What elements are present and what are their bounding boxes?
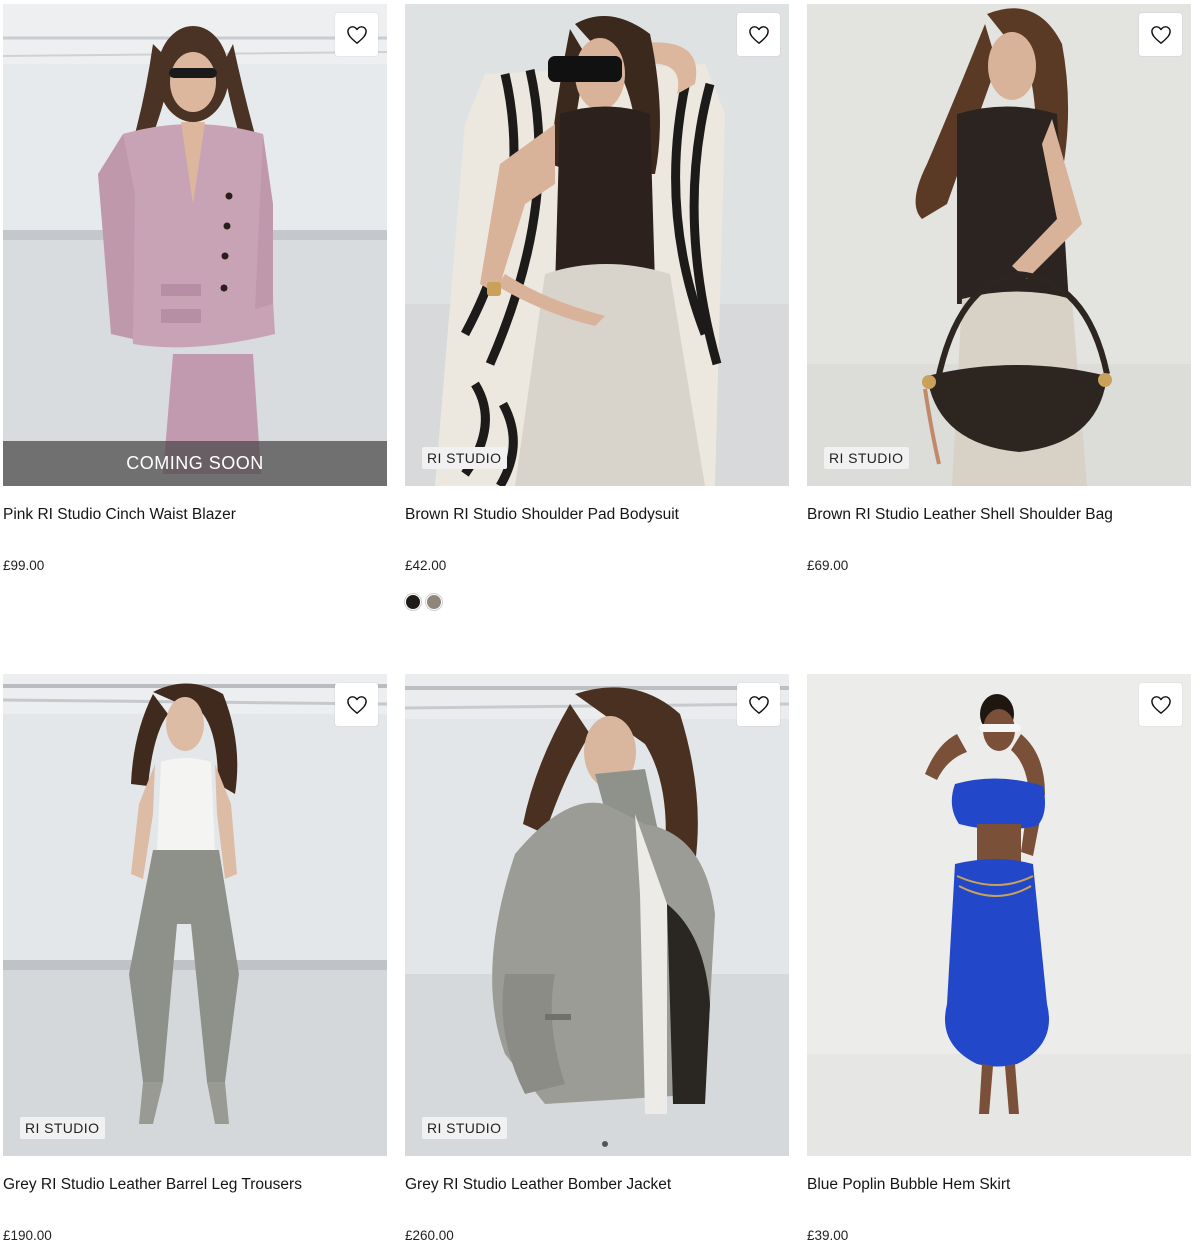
product-card-grey-trousers[interactable]: RI STUDIO Grey RI Studio Leather Barrel …	[3, 674, 387, 1243]
product-name[interactable]: Brown RI Studio Leather Shell Shoulder B…	[807, 505, 1191, 524]
product-name[interactable]: Blue Poplin Bubble Hem Skirt	[807, 1175, 1191, 1194]
product-price: £99.00	[3, 558, 45, 573]
heart-outline-icon	[1150, 695, 1171, 714]
product-card-brown-bodysuit[interactable]: RI STUDIO Brown RI Studio Shoulder Pad B…	[405, 4, 789, 610]
product-price: £69.00	[807, 558, 849, 573]
product-photo	[807, 674, 1191, 1156]
product-price: £42.00	[405, 558, 447, 573]
heart-outline-icon	[346, 25, 367, 44]
product-card-grey-bomber[interactable]: RI STUDIO Grey RI Studio Leather Bomber …	[405, 674, 789, 1243]
wishlist-button[interactable]	[737, 683, 780, 726]
product-name[interactable]: Brown RI Studio Shoulder Pad Bodysuit	[405, 505, 789, 524]
product-grid: COMING SOON Pink RI Studio Cinch Waist B…	[0, 0, 1200, 1248]
swatch-black[interactable]	[405, 594, 421, 610]
product-card-pink-blazer[interactable]: COMING SOON Pink RI Studio Cinch Waist B…	[3, 4, 387, 573]
wishlist-button[interactable]	[335, 683, 378, 726]
product-price: £190.00	[3, 1228, 52, 1243]
product-card-blue-skirt[interactable]: Blue Poplin Bubble Hem Skirt £39.00	[807, 674, 1191, 1243]
heart-outline-icon	[1150, 25, 1171, 44]
brand-badge: RI STUDIO	[20, 1117, 106, 1139]
wishlist-button[interactable]	[1139, 13, 1182, 56]
product-image[interactable]	[807, 674, 1191, 1156]
coming-soon-overlay: COMING SOON	[3, 441, 387, 486]
product-image[interactable]: RI STUDIO	[405, 4, 789, 486]
wishlist-button[interactable]	[737, 13, 780, 56]
brand-badge: RI STUDIO	[824, 447, 910, 469]
brand-badge: RI STUDIO	[422, 447, 508, 469]
heart-outline-icon	[748, 695, 769, 714]
product-image[interactable]: RI STUDIO	[405, 674, 789, 1156]
swatch-taupe[interactable]	[426, 594, 442, 610]
colour-swatches	[405, 594, 789, 610]
product-price: £260.00	[405, 1228, 454, 1243]
product-image[interactable]: COMING SOON	[3, 4, 387, 486]
product-price: £39.00	[807, 1228, 849, 1243]
wishlist-button[interactable]	[335, 13, 378, 56]
product-photo	[807, 4, 1191, 486]
product-photo	[405, 4, 789, 486]
wishlist-button[interactable]	[1139, 683, 1182, 726]
product-card-brown-bag[interactable]: RI STUDIO Brown RI Studio Leather Shell …	[807, 4, 1191, 573]
heart-outline-icon	[748, 25, 769, 44]
product-image[interactable]: RI STUDIO	[3, 674, 387, 1156]
heart-outline-icon	[346, 695, 367, 714]
product-photo	[405, 674, 789, 1156]
brand-badge: RI STUDIO	[422, 1117, 508, 1139]
product-photo	[3, 4, 387, 486]
product-photo	[3, 674, 387, 1156]
product-name[interactable]: Pink RI Studio Cinch Waist Blazer	[3, 505, 387, 524]
product-name[interactable]: Grey RI Studio Leather Barrel Leg Trouse…	[3, 1175, 387, 1194]
product-name[interactable]: Grey RI Studio Leather Bomber Jacket	[405, 1175, 789, 1194]
product-image[interactable]: RI STUDIO	[807, 4, 1191, 486]
